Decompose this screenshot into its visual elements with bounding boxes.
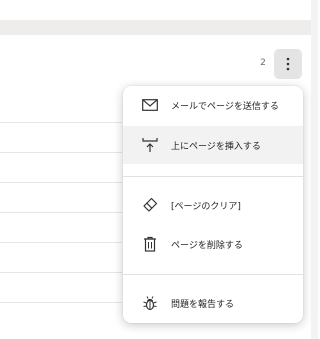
more-vertical-icon: [286, 57, 290, 71]
row-divider: [0, 182, 122, 183]
trash-icon: [141, 235, 159, 253]
eraser-icon: [141, 196, 159, 214]
menu-separator: [123, 274, 303, 275]
row-divider: [0, 212, 122, 213]
top-band: [0, 0, 318, 20]
menu-item-report-issue[interactable]: 問題を報告する: [123, 284, 303, 322]
menu-item-label: メールでページを送信する: [171, 101, 279, 112]
menu-item-label: ページを削除する: [171, 240, 243, 251]
top-strip: [0, 20, 318, 35]
page-number: 2: [260, 58, 266, 68]
menu-item-email-page[interactable]: メールでページを送信する: [123, 86, 303, 124]
menu-separator: [123, 176, 303, 177]
mail-icon: [141, 96, 159, 114]
menu-item-delete-page[interactable]: ページを削除する: [123, 225, 303, 263]
bug-icon: [141, 294, 159, 312]
menu-item-clear-page[interactable]: [ページのクリア]: [123, 186, 303, 224]
row-divider: [0, 152, 122, 153]
more-options-button[interactable]: [274, 49, 302, 79]
scrollbar-track[interactable]: [311, 0, 318, 339]
row-divider: [0, 302, 122, 303]
row-divider: [0, 242, 122, 243]
menu-item-label: 上にページを挿入する: [171, 141, 261, 152]
menu-item-insert-page-above[interactable]: 上にページを挿入する: [123, 126, 303, 164]
page-context-menu: メールでページを送信する 上にページを挿入する [ページのクリア] ページを削除…: [123, 86, 303, 323]
menu-item-label: [ページのクリア]: [171, 201, 241, 212]
row-divider: [0, 122, 122, 123]
row-divider: [0, 272, 122, 273]
menu-item-label: 問題を報告する: [171, 299, 235, 310]
insert-page-above-icon: [141, 136, 159, 154]
